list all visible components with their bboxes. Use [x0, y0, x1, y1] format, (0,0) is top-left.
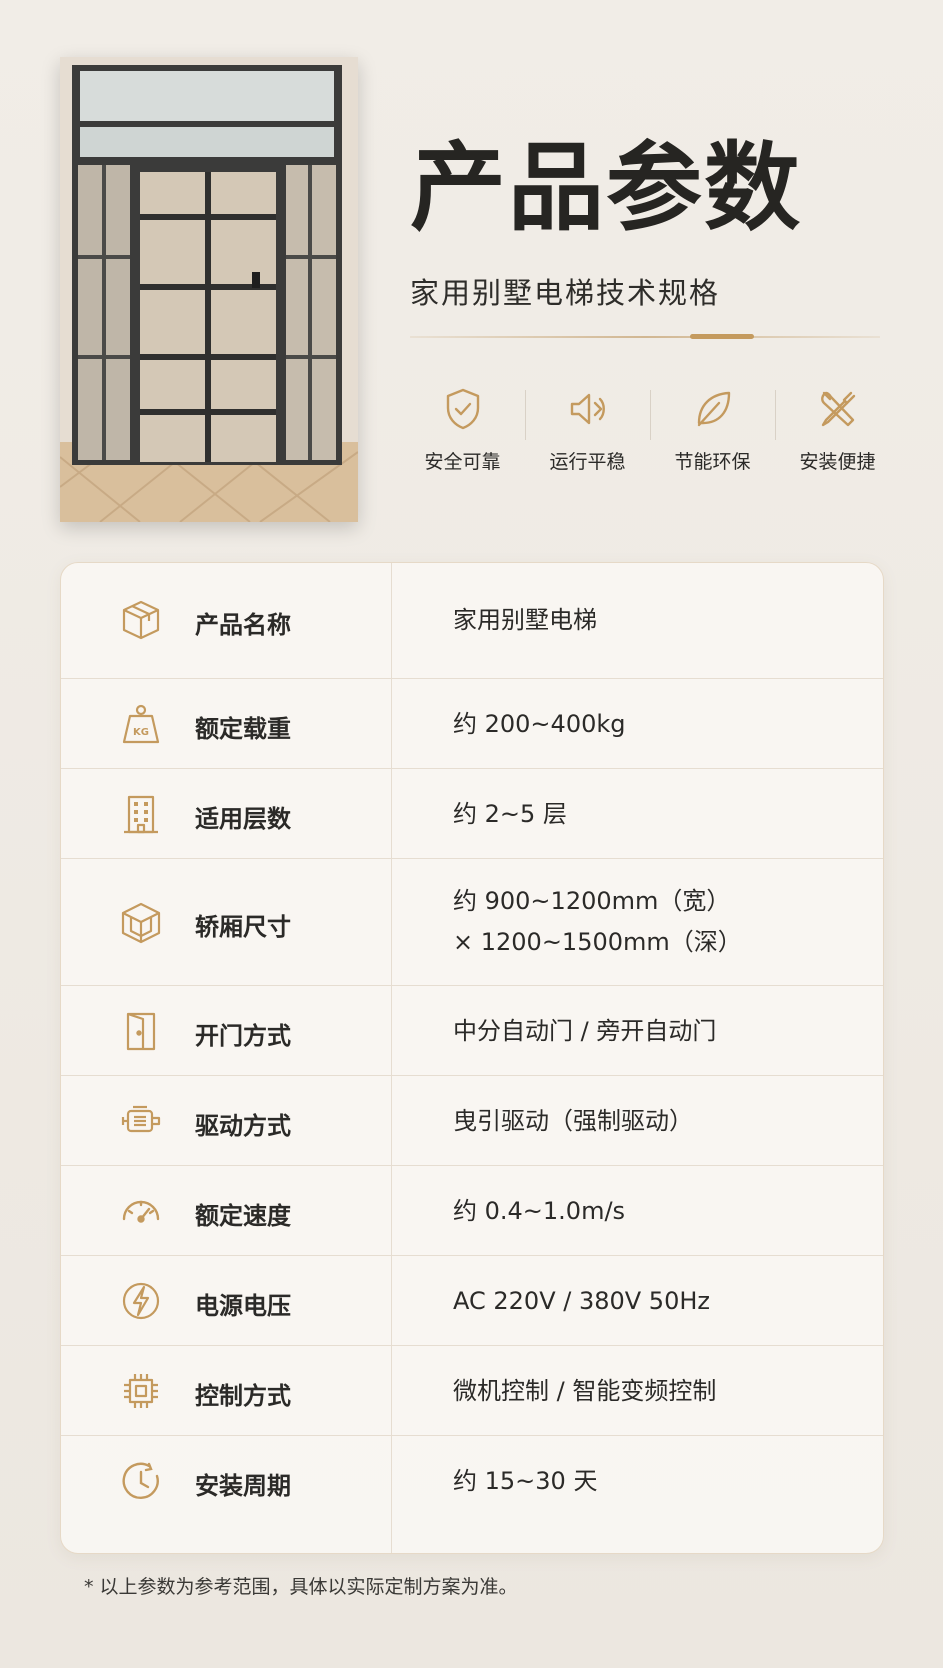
spec-value: 约 900~1200mm（宽）: [453, 887, 731, 915]
clock-icon: [119, 1460, 163, 1504]
door-icon: [119, 1009, 163, 1053]
spec-value: 家用别墅电梯: [453, 606, 597, 634]
title-divider: [410, 336, 880, 338]
table-row: 开门方式 中分自动门 / 旁开自动门: [61, 985, 883, 1076]
table-row: 适用层数 约 2~5 层: [61, 768, 883, 859]
page-subtitle: 家用别墅电梯技术规格: [410, 276, 721, 310]
spec-table: 产品名称 家用别墅电梯 KG 额定载重 约 200~400kg 适用层数 约 2…: [60, 562, 884, 1554]
spec-value: 曳引驱动（强制驱动）: [453, 1107, 693, 1135]
spec-value: AC 220V / 380V 50Hz: [453, 1287, 710, 1315]
spec-label: 电源电压: [195, 1292, 291, 1320]
feature-eco: 节能环保: [650, 385, 775, 485]
table-row: 额定速度 约 0.4~1.0m/s: [61, 1165, 883, 1256]
motor-icon: [119, 1099, 163, 1143]
spec-value: 约 0.4~1.0m/s: [453, 1197, 626, 1225]
spec-value: 约 15~30 天: [453, 1467, 598, 1495]
spec-value: 约 2~5 层: [453, 800, 567, 828]
spec-label: 控制方式: [195, 1382, 291, 1410]
spec-value-line2: × 1200~1500mm（深）: [453, 928, 742, 956]
feature-highlights: 安全可靠 运行平稳 节能环保 安装便捷: [400, 385, 900, 485]
feature-smooth: 运行平稳: [525, 385, 650, 485]
building-icon: [119, 792, 163, 836]
svg-text:KG: KG: [133, 727, 149, 738]
spec-label: 轿厢尺寸: [195, 913, 291, 941]
footnote: * 以上参数为参考范围，具体以实际定制方案为准。: [84, 1576, 518, 1598]
chip-icon: [119, 1369, 163, 1413]
spec-value: 约 200~400kg: [453, 710, 626, 738]
wrench-screwdriver-icon: [820, 391, 855, 427]
feature-label: 节能环保: [674, 451, 751, 473]
spec-label: 额定载重: [195, 715, 291, 743]
weight-kg-icon: KG: [119, 702, 163, 746]
feature-safe: 安全可靠: [400, 385, 525, 485]
table-row: 电源电压 AC 220V / 380V 50Hz: [61, 1255, 883, 1346]
spec-value: 中分自动门 / 旁开自动门: [453, 1017, 717, 1045]
box-icon: [119, 598, 163, 642]
table-row: 控制方式 微机控制 / 智能变频控制: [61, 1345, 883, 1436]
spec-label: 产品名称: [195, 611, 291, 639]
spec-value: 微机控制 / 智能变频控制: [453, 1377, 717, 1405]
shield-check-icon: [446, 388, 479, 430]
elevator-photo: [60, 57, 358, 522]
spec-label: 开门方式: [195, 1022, 291, 1050]
feature-label: 安全可靠: [424, 451, 501, 473]
leaf-icon: [697, 391, 730, 427]
feature-easy-install: 安装便捷: [775, 385, 900, 485]
spec-label: 驱动方式: [195, 1112, 291, 1140]
table-row: 轿厢尺寸 约 900~1200mm（宽） × 1200~1500mm（深）: [61, 858, 883, 986]
cube-icon: [119, 901, 163, 945]
speaker-wave-icon: [570, 393, 605, 425]
page-title: 产品参数: [410, 132, 802, 244]
lightning-icon: [119, 1279, 163, 1323]
title-divider-accent: [690, 334, 754, 339]
spec-label: 安装周期: [195, 1472, 291, 1500]
feature-label: 安装便捷: [799, 451, 876, 473]
table-row: 驱动方式 曳引驱动（强制驱动）: [61, 1075, 883, 1166]
feature-label: 运行平稳: [549, 451, 626, 473]
table-row: 安装周期 约 15~30 天: [61, 1435, 883, 1553]
table-row: 产品名称 家用别墅电梯: [61, 563, 883, 678]
table-row: KG 额定载重 约 200~400kg: [61, 678, 883, 769]
speedometer-icon: [119, 1189, 163, 1233]
spec-label: 额定速度: [195, 1202, 291, 1230]
spec-label: 适用层数: [195, 805, 291, 833]
